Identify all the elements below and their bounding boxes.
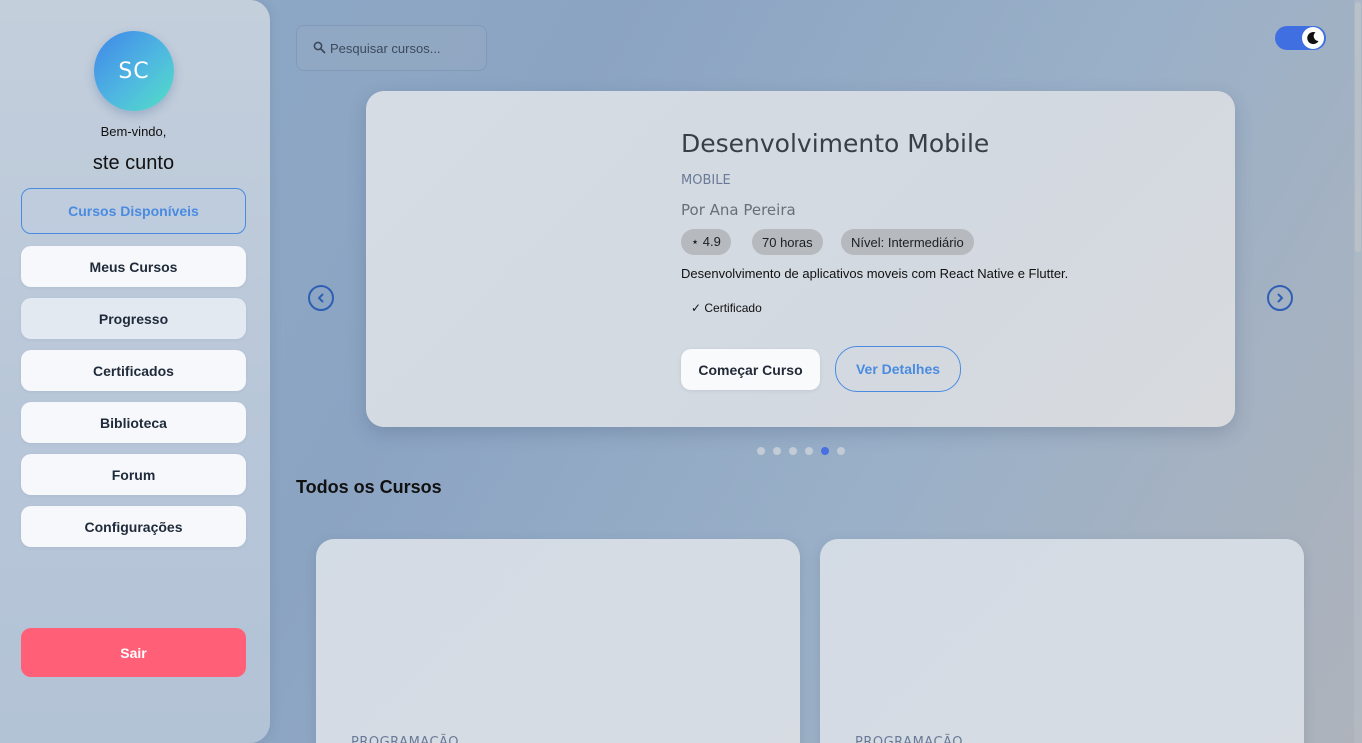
start-course-button[interactable]: Começar Curso bbox=[681, 349, 820, 390]
carousel-dot[interactable] bbox=[805, 447, 813, 455]
view-details-button[interactable]: Ver Detalhes bbox=[835, 346, 961, 392]
all-courses-title: Todos os Cursos bbox=[296, 477, 442, 497]
course-card[interactable]: PROGRAMAÇÃO bbox=[820, 539, 1304, 743]
sidebar-item-progresso[interactable]: Progresso bbox=[21, 298, 246, 339]
course-category: PROGRAMAÇÃO bbox=[855, 735, 963, 743]
search-input[interactable] bbox=[330, 40, 470, 56]
carousel-dot[interactable] bbox=[837, 447, 845, 455]
featured-course-card: Desenvolvimento Mobile MOBILE Por Ana Pe… bbox=[366, 91, 1235, 427]
carousel-indicators bbox=[757, 447, 845, 455]
moon-icon bbox=[1302, 27, 1324, 49]
sidebar-item-cursos-disponiveis[interactable]: Cursos Disponíveis bbox=[21, 188, 246, 234]
chevron-left-icon bbox=[315, 289, 327, 308]
rating-badge: ⋆ 4.9 bbox=[681, 229, 731, 255]
scrollbar-thumb[interactable] bbox=[1355, 2, 1361, 252]
logout-button[interactable]: Sair bbox=[21, 628, 246, 677]
sidebar-item-forum[interactable]: Forum bbox=[21, 454, 246, 495]
avatar: SC bbox=[94, 31, 174, 111]
sidebar-item-certificados[interactable]: Certificados bbox=[21, 350, 246, 391]
featured-course-title: Desenvolvimento Mobile bbox=[681, 129, 990, 158]
sidebar-item-label: Meus Cursos bbox=[89, 258, 178, 275]
search-icon bbox=[313, 39, 326, 58]
featured-course-description: Desenvolvimento de aplicativos moveis co… bbox=[681, 266, 1069, 281]
featured-course-category: MOBILE bbox=[681, 173, 731, 188]
sidebar-item-label: Certificados bbox=[93, 362, 174, 379]
sidebar-item-label: Biblioteca bbox=[100, 414, 167, 431]
sidebar-item-label: Cursos Disponíveis bbox=[68, 203, 199, 219]
sidebar-item-label: Forum bbox=[111, 466, 156, 483]
duration-badge: 70 horas bbox=[752, 229, 823, 255]
search-box[interactable] bbox=[296, 25, 487, 71]
sidebar-item-configuracoes[interactable]: Configurações bbox=[21, 506, 246, 547]
course-card[interactable]: PROGRAMAÇÃO bbox=[316, 539, 800, 743]
username: ste cunto bbox=[92, 152, 175, 174]
carousel-dot[interactable] bbox=[773, 447, 781, 455]
sidebar: SC Bem-vindo, ste cunto Cursos Disponíve… bbox=[0, 0, 270, 743]
sidebar-item-biblioteca[interactable]: Biblioteca bbox=[21, 402, 246, 443]
level-badge: Nível: Intermediário bbox=[841, 229, 974, 255]
sidebar-item-label: Configurações bbox=[84, 518, 183, 535]
course-category: PROGRAMAÇÃO bbox=[351, 735, 459, 743]
carousel-prev-button[interactable] bbox=[308, 285, 334, 311]
sidebar-item-label: Progresso bbox=[98, 310, 169, 327]
page-scrollbar[interactable] bbox=[1354, 0, 1362, 743]
chevron-right-icon bbox=[1274, 289, 1286, 308]
carousel-next-button[interactable] bbox=[1267, 285, 1293, 311]
carousel-dot[interactable] bbox=[757, 447, 765, 455]
sidebar-item-meus-cursos[interactable]: Meus Cursos bbox=[21, 246, 246, 287]
theme-toggle[interactable] bbox=[1275, 26, 1326, 50]
featured-course-author: Por Ana Pereira bbox=[681, 201, 796, 219]
carousel-dot-active[interactable] bbox=[821, 447, 829, 455]
certificate-badge: ✓ Certificado bbox=[691, 301, 762, 315]
welcome-text: Bem-vindo, bbox=[100, 124, 167, 139]
carousel-dot[interactable] bbox=[789, 447, 797, 455]
